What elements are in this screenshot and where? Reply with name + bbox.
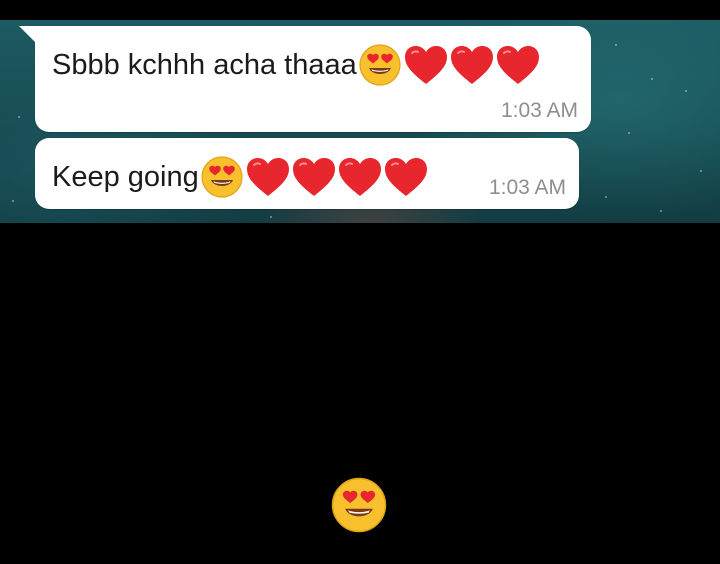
message-text: Sbbb kchhh acha thaaa xyxy=(52,42,541,88)
top-black-strip xyxy=(0,0,720,20)
message-emoji-row xyxy=(357,42,541,88)
wallpaper-speck xyxy=(18,116,20,118)
red-heart-icon xyxy=(383,156,429,198)
message-emoji-row xyxy=(199,154,429,200)
red-heart-icon xyxy=(403,44,449,86)
heart-eyes-reaction-icon xyxy=(330,476,388,534)
red-heart-icon xyxy=(495,44,541,86)
message-text: Keep going xyxy=(52,154,429,200)
wallpaper-speck xyxy=(615,44,617,46)
red-heart-icon xyxy=(291,156,337,198)
wallpaper-speck xyxy=(270,216,272,218)
heart-eyes-emoji-icon xyxy=(199,154,245,200)
message-timestamp: 1:03 AM xyxy=(488,176,566,199)
wallpaper-speck xyxy=(660,210,662,212)
wallpaper-speck xyxy=(651,78,653,80)
heart-eyes-emoji-icon xyxy=(357,42,403,88)
wallpaper-speck xyxy=(700,170,702,172)
red-heart-icon xyxy=(245,156,291,198)
incoming-message-bubble[interactable]: Sbbb kchhh acha thaaa 1:03 AM xyxy=(19,26,591,132)
message-text-content: Sbbb kchhh acha thaaa xyxy=(52,49,357,81)
message-timestamp: 1:03 AM xyxy=(500,99,578,122)
wallpaper-speck xyxy=(685,90,687,92)
red-heart-icon xyxy=(337,156,383,198)
red-heart-icon xyxy=(449,44,495,86)
wallpaper-speck xyxy=(605,196,607,198)
incoming-message-bubble[interactable]: Keep going 1:03 AM xyxy=(35,138,579,209)
bubble-tail xyxy=(19,26,35,42)
wallpaper-speck xyxy=(12,200,14,202)
message-text-content: Keep going xyxy=(52,161,199,193)
wallpaper-speck xyxy=(628,132,630,134)
